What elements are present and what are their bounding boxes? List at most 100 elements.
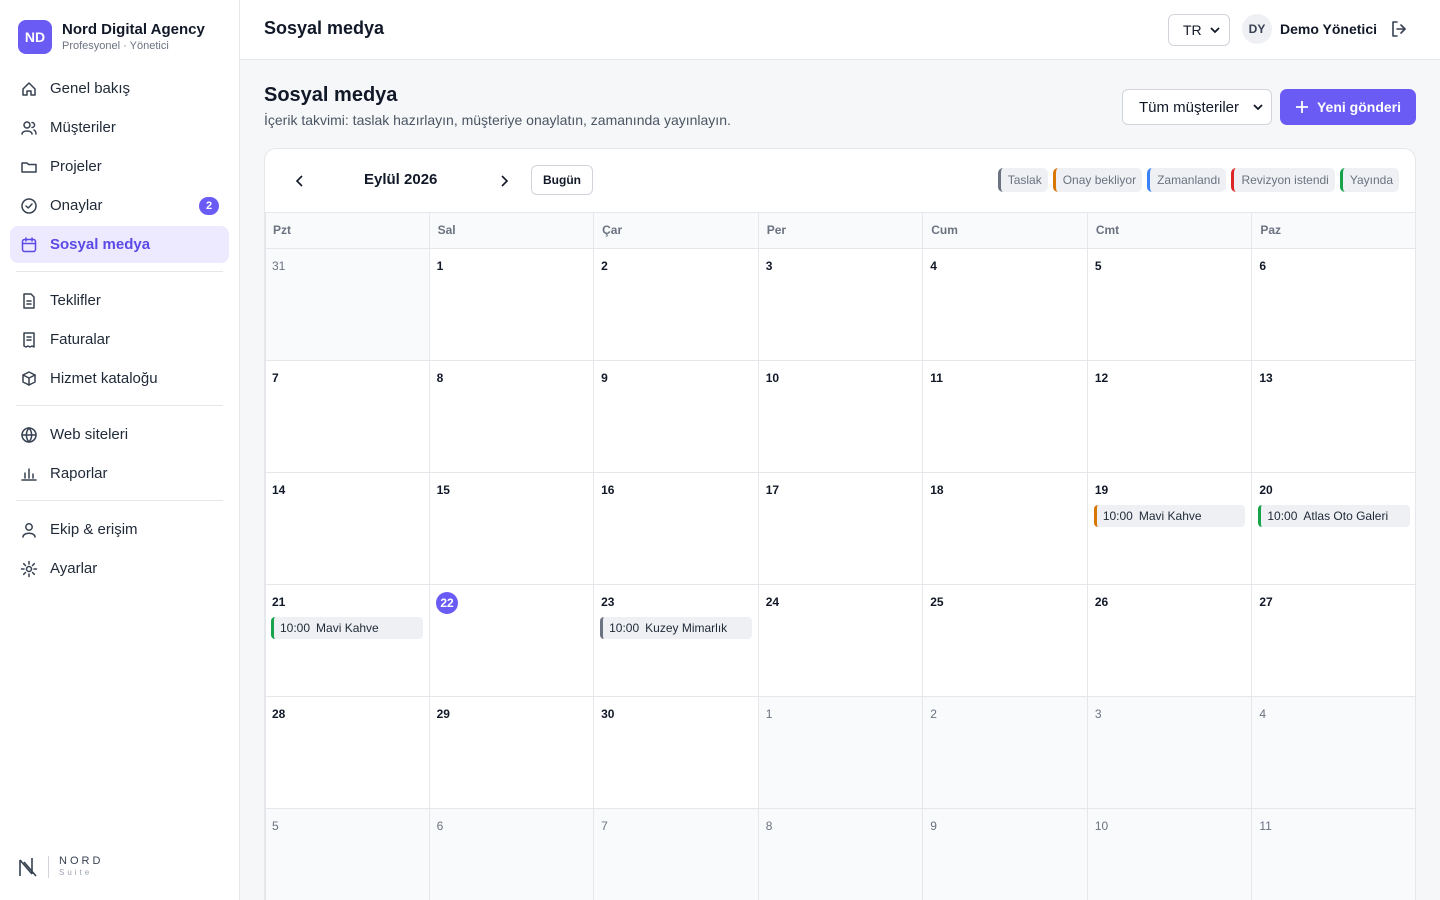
day-cell[interactable]: 10 — [759, 361, 924, 472]
today-day-number: 22 — [435, 592, 458, 614]
day-cell[interactable]: 21 10:00 Mavi Kahve — [265, 585, 430, 696]
event-time: 10:00 — [1102, 509, 1133, 523]
day-cell[interactable]: 1 — [758, 697, 924, 808]
day-number: 19 — [1094, 483, 1109, 497]
day-cell[interactable]: 5 — [1088, 249, 1253, 360]
day-cell[interactable]: 4 — [1252, 697, 1415, 808]
day-cell[interactable]: 3 — [1087, 697, 1253, 808]
sidebar-item-invoices[interactable]: Faturalar — [10, 321, 229, 358]
sidebar-item-websites[interactable]: Web siteleri — [10, 416, 229, 453]
day-cell[interactable]: 28 — [265, 697, 430, 808]
day-cell[interactable]: 11 — [1252, 809, 1415, 900]
day-cell[interactable]: 1 — [430, 249, 595, 360]
day-cell[interactable]: 15 — [430, 473, 595, 584]
sidebar-item-approvals[interactable]: Onaylar 2 — [10, 187, 229, 224]
day-cell[interactable]: 12 — [1088, 361, 1253, 472]
brand[interactable]: ND Nord Digital Agency Profesyonel · Yön… — [18, 20, 205, 54]
day-number: 9 — [930, 819, 937, 833]
day-cell[interactable]: 17 — [759, 473, 924, 584]
client-filter-select[interactable]: Tüm müşteriler — [1122, 89, 1272, 125]
day-number: 1 — [765, 707, 773, 721]
day-cell[interactable]: 2 — [923, 697, 1088, 808]
calendar-grid: Pzt Sal Çar Per Cum Cmt Paz 31 1 2 3 4 5 6 7 8 9 10 11 12 13… — [265, 213, 1415, 900]
day-number: 31 — [272, 259, 286, 273]
next-month-button[interactable] — [489, 169, 519, 193]
day-cell[interactable]: 16 — [594, 473, 759, 584]
sidebar-item-label: Ekip & erişim — [50, 521, 138, 538]
day-cell[interactable]: 22 — [430, 585, 595, 696]
folder-icon — [21, 161, 37, 173]
weekday-header-row: Pzt Sal Çar Per Cum Cmt Paz — [265, 213, 1415, 249]
day-cell[interactable]: 11 — [923, 361, 1088, 472]
status-legend: Taslak Onay bekliyor Zamanlandı Revizyon is… — [997, 168, 1399, 192]
day-cell[interactable]: 31 — [265, 249, 430, 360]
event-time: 10:00 — [609, 621, 640, 635]
bar-chart-icon — [21, 467, 37, 481]
sidebar-item-overview[interactable]: Genel bakış — [10, 70, 229, 107]
day-cell[interactable]: 24 — [759, 585, 924, 696]
post-event[interactable]: 10:00 Kuzey Mimarlık — [600, 617, 752, 639]
day-number: 2 — [930, 707, 937, 721]
day-cell[interactable]: 9 — [594, 361, 759, 472]
event-title: Atlas Oto Galeri — [1303, 509, 1389, 523]
globe-icon — [21, 426, 37, 443]
day-cell[interactable]: 5 — [265, 809, 430, 900]
plus-icon — [1295, 101, 1308, 113]
day-cell[interactable]: 9 — [923, 809, 1088, 900]
sidebar-item-catalog[interactable]: Hizmet kataloğu — [10, 360, 229, 397]
day-cell[interactable]: 19 10:00 Mavi Kahve — [1088, 473, 1253, 584]
sidebar-nav: Genel bakış Müşteriler Projeler Onaylar 2 Sos… — [10, 70, 229, 589]
suite-logo: NORD Suite — [18, 856, 103, 878]
sidebar-item-reports[interactable]: Raporlar — [10, 455, 229, 492]
day-number: 4 — [930, 259, 937, 273]
day-cell[interactable]: 6 — [429, 809, 595, 900]
day-cell[interactable]: 8 — [758, 809, 924, 900]
day-cell[interactable]: 10 — [1087, 809, 1253, 900]
day-cell[interactable]: 27 — [1252, 585, 1415, 696]
users-icon — [21, 120, 37, 135]
brand-name: Nord Digital Agency — [62, 21, 205, 38]
sidebar-item-quotes[interactable]: Teklifler — [10, 282, 229, 319]
day-cell[interactable]: 7 — [594, 809, 759, 900]
logout-icon[interactable] — [1390, 20, 1408, 38]
new-post-button[interactable]: Yeni gönderi — [1280, 89, 1416, 125]
day-cell[interactable]: 20 10:00 Atlas Oto Galeri — [1252, 473, 1415, 584]
post-event[interactable]: 10:00 Mavi Kahve — [1093, 505, 1246, 527]
day-number: 2 — [601, 259, 608, 273]
day-number: 14 — [272, 483, 286, 497]
day-cell[interactable]: 6 — [1252, 249, 1415, 360]
day-cell[interactable]: 25 — [923, 585, 1088, 696]
sidebar-item-social[interactable]: Sosyal medya — [10, 226, 229, 263]
day-cell[interactable]: 2 — [594, 249, 759, 360]
post-event[interactable]: 10:00 Mavi Kahve — [271, 617, 423, 639]
today-button[interactable]: Bugün — [531, 165, 593, 195]
user-avatar[interactable]: DY — [1242, 14, 1272, 44]
user-name[interactable]: Demo Yönetici — [1280, 21, 1377, 37]
day-number: 8 — [765, 819, 773, 833]
day-number: 21 — [272, 595, 286, 609]
sidebar-item-clients[interactable]: Müşteriler — [10, 109, 229, 146]
new-post-label: Yeni gönderi — [1316, 99, 1401, 115]
sidebar-item-label: Projeler — [50, 158, 102, 175]
language-select[interactable]: TR — [1168, 14, 1230, 46]
day-cell[interactable]: 14 — [265, 473, 430, 584]
sidebar-item-label: Raporlar — [50, 465, 108, 482]
prev-month-button[interactable] — [285, 169, 315, 193]
day-cell[interactable]: 18 — [923, 473, 1088, 584]
day-cell[interactable]: 8 — [430, 361, 595, 472]
sidebar-item-settings[interactable]: Ayarlar — [10, 550, 229, 587]
day-cell[interactable]: 23 10:00 Kuzey Mimarlık — [594, 585, 759, 696]
calendar-header: Eylül 2026 Bugün Taslak Onay bekliyor Zama… — [265, 149, 1415, 213]
day-cell[interactable]: 13 — [1252, 361, 1415, 472]
post-event[interactable]: 10:00 Atlas Oto Galeri — [1258, 505, 1410, 527]
sidebar-item-projects[interactable]: Projeler — [10, 148, 229, 185]
sidebar-item-team[interactable]: Ekip & erişim — [10, 511, 229, 548]
day-cell[interactable]: 3 — [759, 249, 924, 360]
day-cell[interactable]: 7 — [265, 361, 430, 472]
day-cell[interactable]: 30 — [594, 697, 759, 808]
day-number: 11 — [1259, 819, 1272, 833]
day-cell[interactable]: 4 — [923, 249, 1088, 360]
legend-chip: Taslak — [997, 168, 1048, 192]
day-cell[interactable]: 26 — [1088, 585, 1253, 696]
day-cell[interactable]: 29 — [430, 697, 595, 808]
